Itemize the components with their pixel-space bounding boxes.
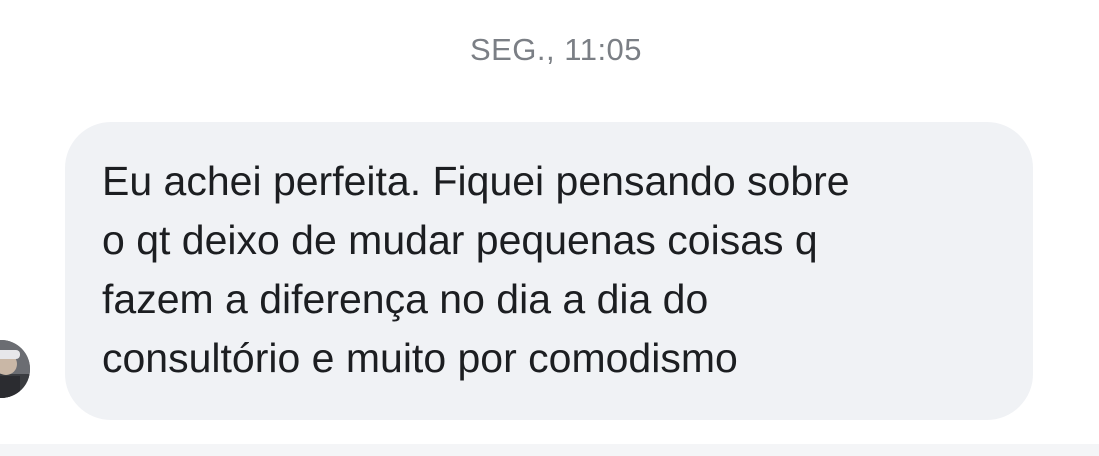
chat-view: SEG., 11:05 Eu achei perfeita. Fiquei pe… (0, 0, 1099, 456)
contact-avatar-icon[interactable] (0, 340, 30, 398)
avatar-photo (0, 340, 30, 398)
composer-edge (0, 444, 1099, 456)
message-text: Eu achei perfeita. Fiquei pensando sobre… (102, 158, 850, 381)
message-timestamp: SEG., 11:05 (469, 32, 643, 67)
message-bubble[interactable]: Eu achei perfeita. Fiquei pensando sobre… (65, 122, 1033, 420)
incoming-message-row: Eu achei perfeita. Fiquei pensando sobre… (0, 122, 1099, 422)
